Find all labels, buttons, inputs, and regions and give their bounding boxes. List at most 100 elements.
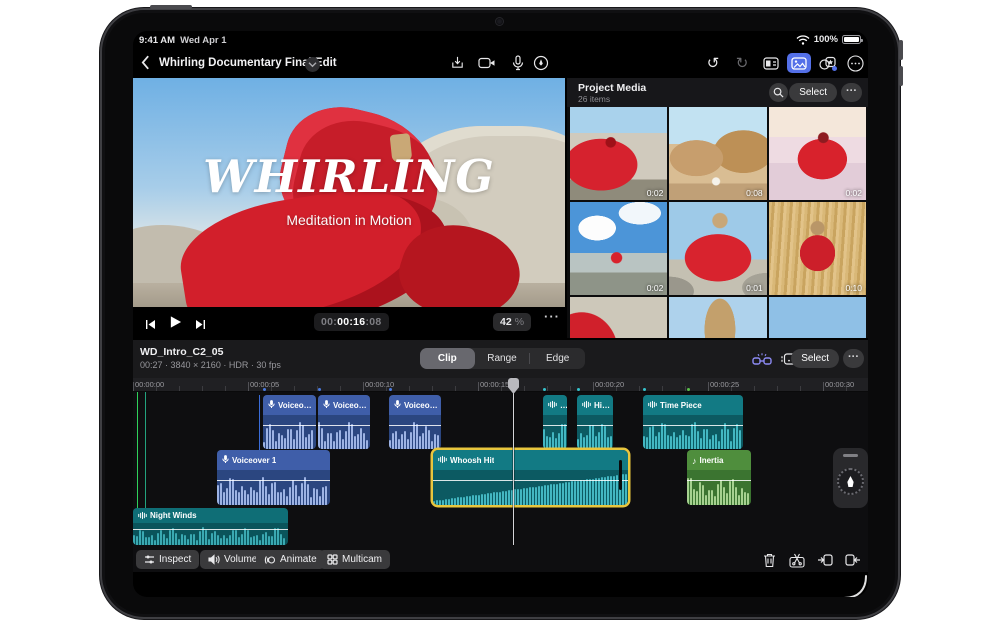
insert-clip-button[interactable] (814, 550, 836, 570)
audio-waveform (217, 470, 330, 505)
media-thumbnail[interactable]: 0:01 (669, 202, 767, 295)
timeline-clip[interactable]: High… (577, 395, 613, 449)
clip-header: High… (577, 395, 613, 415)
volume-line[interactable] (543, 424, 567, 426)
timeline-clip[interactable]: Voiceover 2 (263, 395, 316, 449)
volume-line[interactable] (263, 424, 316, 426)
volume-line[interactable] (433, 479, 628, 481)
inspector-panel-button[interactable] (759, 53, 783, 73)
waveform-icon (548, 396, 557, 414)
redo-button[interactable]: ↻ (730, 53, 754, 73)
skip-to-start-button[interactable] (145, 317, 156, 335)
thumbnail-duration: 0:02 (845, 188, 862, 198)
delete-clip-button[interactable] (758, 550, 780, 570)
volume-line[interactable] (133, 529, 288, 531)
media-thumbnail[interactable]: 0:08 (669, 107, 767, 200)
animate-button[interactable]: Animate (256, 550, 325, 569)
clip-header: Voiceover 3 (389, 395, 441, 415)
volume-line[interactable] (318, 424, 370, 426)
edit-mode-clip[interactable]: Clip (420, 348, 475, 369)
timeline-clip[interactable]: ♪ Inertia (687, 450, 751, 505)
audio-waveform (133, 523, 288, 545)
ruler-timecode-label: 00:00:00 (135, 380, 165, 389)
clip-header: Whoosh Hit (433, 450, 628, 470)
trim-handle[interactable] (619, 459, 622, 491)
timeline-more-button[interactable]: ··· (843, 349, 864, 368)
clip-label: Voiceover 1 (232, 455, 277, 465)
timeline-select-button[interactable]: Select (791, 349, 839, 368)
timeline-clip[interactable]: Voiceover 3 (389, 395, 441, 449)
inspect-button[interactable]: Inspect (136, 550, 200, 569)
skip-to-end-button[interactable] (195, 317, 206, 335)
clip-waveform-area (133, 523, 288, 545)
play-icon (170, 316, 182, 328)
clip-start-marker-dot (263, 388, 266, 391)
undo-button[interactable]: ↺ (701, 53, 725, 73)
record-video-button[interactable] (475, 53, 499, 73)
overwrite-clip-button[interactable] (842, 550, 864, 570)
thumbnail-duration: 0:08 (746, 188, 763, 198)
volume-line[interactable] (389, 424, 441, 426)
timeline-clip[interactable]: Voiceover 2 (318, 395, 370, 449)
jog-wheel[interactable] (833, 448, 868, 508)
export-button[interactable] (445, 53, 469, 73)
timeline-ruler[interactable]: 00:00:00 00:00:05 00:00:10 00:00:15 00:0… (133, 378, 868, 392)
media-thumbnail[interactable]: 0:02 (768, 107, 866, 200)
record-voiceover-button[interactable] (506, 53, 530, 73)
edit-mode-edge[interactable]: Edge (530, 348, 585, 369)
media-select-button[interactable]: Select (789, 83, 837, 102)
ipad-device-frame: 9:41 AM Wed Apr 1 100% Whirling Documenta… (100, 5, 903, 619)
jog-wheel-handle[interactable] (843, 454, 858, 457)
ruler-timecode-label: 00:00:20 (595, 380, 625, 389)
clip-header: Voiceover 2 (263, 395, 316, 415)
waveform-icon (648, 396, 657, 414)
back-button[interactable] (141, 55, 150, 75)
timeline-clip[interactable]: Night Winds (133, 508, 288, 545)
media-thumbnail[interactable] (669, 297, 767, 338)
clip-label: Whoosh Hit (450, 455, 495, 465)
volume-line[interactable] (643, 424, 743, 426)
timeline-clip[interactable]: Time Piece (643, 395, 743, 449)
clip-label: … (560, 401, 567, 410)
skip-forward-icon (196, 320, 205, 329)
video-viewer[interactable]: WHIRLING Meditation in Motion (133, 78, 565, 307)
media-more-button[interactable]: ··· (841, 83, 862, 102)
timeline-clip[interactable]: Voiceover 1 (217, 450, 330, 505)
media-thumbnail[interactable] (570, 297, 668, 338)
viewer-more-button[interactable]: ··· (544, 309, 560, 324)
media-search-button[interactable] (769, 83, 788, 102)
enhance-tools-button[interactable] (750, 349, 774, 369)
clip-start-marker-dot (389, 388, 392, 391)
draw-button[interactable] (529, 53, 553, 73)
audio-waveform (577, 415, 613, 449)
volume-line[interactable] (217, 479, 330, 481)
battery-icon (842, 35, 863, 44)
media-browser-button[interactable] (787, 53, 811, 73)
timeline-clip[interactable]: … (543, 395, 567, 449)
split-clip-button[interactable] (786, 550, 808, 570)
multicam-button[interactable]: Multicam (319, 550, 391, 569)
timecode-display[interactable]: 00:00:16:08 (314, 313, 389, 331)
effects-button[interactable] (815, 53, 839, 73)
timeline-clip-info: 00:27 · 3840 × 2160 · HDR · 30 fps (140, 360, 281, 370)
media-thumbnail[interactable]: 0:02 (570, 202, 668, 295)
media-thumbnail[interactable]: 0:10 (768, 202, 866, 295)
playhead-line (513, 378, 514, 545)
media-thumbnail[interactable] (768, 297, 866, 338)
clip-label: High… (594, 400, 613, 410)
timeline-tracks[interactable]: Voiceover 2 Voiceover 2 Voiceover 3 … High… T… (133, 388, 868, 548)
speaker-icon (208, 554, 220, 565)
project-title-menu-button[interactable] (305, 57, 320, 72)
edit-mode-range[interactable]: Range (475, 348, 530, 369)
clip-start-marker-dot (643, 388, 646, 391)
volume-line[interactable] (577, 424, 613, 426)
clip-boundary-marker (259, 395, 260, 450)
clip-waveform-area (577, 415, 613, 449)
media-thumbnail[interactable]: 0:02 (570, 107, 668, 200)
volume-line[interactable] (687, 479, 751, 481)
timeline-clip[interactable]: Whoosh Hit (433, 450, 628, 505)
timecode-seconds: 00:16 (337, 316, 366, 328)
play-button[interactable] (169, 315, 182, 334)
viewer-zoom-control[interactable]: 42% (493, 313, 532, 331)
toolbar-more-button[interactable] (843, 53, 867, 73)
